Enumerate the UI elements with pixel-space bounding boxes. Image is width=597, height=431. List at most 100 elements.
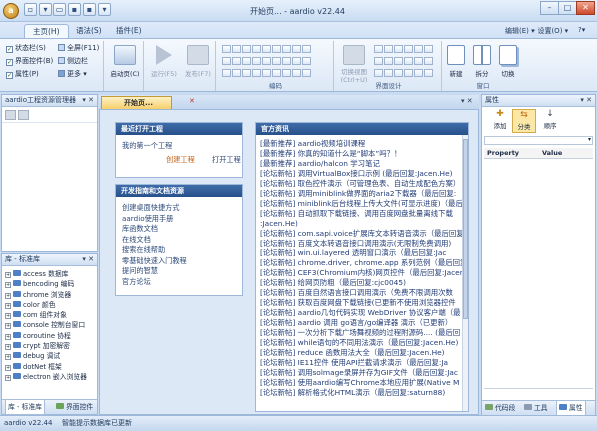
more-button[interactable]: 更多 ▾	[58, 69, 87, 79]
list-item[interactable]: + dotNet 框架	[5, 362, 97, 372]
list-item[interactable]: + com 组件对象	[5, 310, 97, 320]
align-tools-row-1[interactable]	[374, 45, 434, 55]
list-item[interactable]: + color 颜色	[5, 300, 97, 310]
news-item[interactable]: [最新推荐] aardio视频培训课程	[260, 139, 462, 149]
close-tab-icon[interactable]: ✕	[189, 97, 195, 105]
add-button[interactable]: ✚ 添加	[488, 109, 512, 130]
news-item[interactable]: [论坛新帖] chrome.driver, chrome.app 系列范例（最后…	[260, 258, 462, 268]
properties-toggle[interactable]: ✓ 属性(P)	[6, 69, 39, 79]
panel-pin-close-icon[interactable]: ▾ ✕	[82, 254, 94, 265]
open-project-link[interactable]: 打开工程	[212, 155, 241, 166]
news-item[interactable]: [论坛新帖] 获取百度网盘下载链接(已更新不使用浏览器控件	[260, 298, 462, 308]
news-item[interactable]: [论坛新帖] 百度文本转语音接口调用演示(无限制免费调用)	[260, 239, 462, 249]
guide-link[interactable]: 零基础快速入门教程	[122, 256, 187, 267]
tab-plugins[interactable]: 插件(E)	[108, 24, 150, 39]
save-icon[interactable]: ▪	[68, 3, 81, 16]
news-item[interactable]: [论坛新帖] 调用VirtualBox接口示例 (最后回复:Jacen.He)	[260, 169, 462, 179]
close-button[interactable]: ✕	[576, 1, 595, 15]
edit-tools-row-3[interactable]	[222, 69, 312, 79]
expand-icon[interactable]: +	[5, 282, 11, 289]
news-item[interactable]: [论坛新帖] aardio几句代码实现 WebDriver 协议客户端（最	[260, 308, 462, 318]
news-item[interactable]: [论坛新帖] 使用aardio编写Chrome本地应用扩展(Native M	[260, 378, 462, 388]
panel-pin-close-icon[interactable]: ▾ ✕	[82, 95, 94, 106]
expand-icon[interactable]: +	[5, 374, 11, 381]
settings-menu[interactable]: · 设置(O) ▾	[533, 26, 568, 36]
ui-controls-toggle[interactable]: ✓ 界面控件(B)	[6, 56, 53, 66]
expand-icon[interactable]: +	[5, 272, 11, 278]
list-item[interactable]: + console 控制台窗口	[5, 320, 97, 330]
list-item[interactable]: + electron 嵌入浏览器	[5, 372, 97, 382]
create-project-link[interactable]: 创建工程	[166, 155, 195, 166]
tab-ui-controls[interactable]: 界面控件	[54, 400, 95, 415]
fullscreen-button[interactable]: 全屏(F11)	[58, 43, 99, 53]
news-item[interactable]: [论坛新帖] miniblink后台线程上传大文件(可显示进度)（最后	[260, 199, 462, 209]
edit-tools-row-1[interactable]	[222, 45, 312, 55]
edit-menu[interactable]: 编辑(E) ▾	[505, 26, 535, 36]
statusbar-toggle[interactable]: ✓ 状态栏(S)	[6, 43, 46, 53]
project-tool-icon[interactable]	[18, 110, 29, 120]
panel-pin-close-icon[interactable]: ▾ ✕	[580, 95, 592, 106]
news-item[interactable]: [论坛新帖] 给网页防粗（最后回复:cjc0045)	[260, 278, 462, 288]
news-item[interactable]: [论坛新帖] win.ui.layered 透明窗口演示（最后回复:Jac	[260, 248, 462, 258]
list-item[interactable]: + debug 调试	[5, 351, 97, 361]
expand-icon[interactable]: +	[5, 292, 11, 299]
save-all-icon[interactable]: ▪	[83, 3, 96, 16]
tab-home[interactable]: 主页(H)	[24, 24, 69, 39]
tab-snippets[interactable]: 代码段	[485, 401, 515, 416]
guide-link[interactable]: aardio使用手册	[122, 214, 187, 225]
expand-icon[interactable]: +	[5, 323, 11, 330]
sidebar-button[interactable]: 侧边栏	[58, 56, 88, 66]
list-item[interactable]: + chrome 浏览器	[5, 290, 97, 300]
expand-icon[interactable]: +	[5, 354, 11, 361]
new-file-icon[interactable]: ▫	[24, 3, 37, 16]
category-button[interactable]: ⇆ 分类	[512, 109, 536, 133]
switch-window-button[interactable]: 切换	[496, 45, 520, 78]
list-item[interactable]: + crypt 加密解密	[5, 341, 97, 351]
tab-syntax[interactable]: 语法(S)	[68, 24, 110, 39]
edit-tools-row-2[interactable]	[222, 57, 312, 67]
news-item[interactable]: [论坛新帖] 自动抓取下载链接、调用百度网盘批量离线下载	[260, 209, 462, 219]
recent-project-link[interactable]: 我的第一个工程	[122, 141, 172, 152]
project-tool-icon[interactable]	[5, 110, 16, 120]
expand-icon[interactable]: +	[5, 333, 11, 340]
news-item[interactable]: [论坛新帖] 调用solmage录屏并存为GIF文件（最后回复:Jac	[260, 368, 462, 378]
news-item[interactable]: [论坛新帖] 一次分析下载广场舞视频的过程附源码.... (最后回	[260, 328, 462, 338]
news-scrollbar[interactable]	[462, 135, 468, 411]
tab-standard-library[interactable]: 库 - 标准库	[5, 400, 45, 415]
guide-link[interactable]: 创建桌面快捷方式	[122, 203, 187, 214]
news-item[interactable]: [论坛新帖] IE11控件 使用API拦截请求演示（最后回复:Ja	[260, 358, 462, 368]
maximize-button[interactable]: □	[558, 1, 577, 15]
guide-link[interactable]: 在线文档	[122, 235, 187, 246]
split-button[interactable]: 拆分	[470, 45, 494, 78]
news-item[interactable]: [论坛新帖] 取色控件演示（可管理色表、自动生成配色方案）	[260, 179, 462, 189]
dropdown-arrow-icon[interactable]: ▾	[39, 3, 52, 16]
minimize-button[interactable]: –	[540, 1, 559, 15]
expand-icon[interactable]: +	[5, 302, 11, 309]
run-button[interactable]: 运行(F5)	[148, 45, 180, 78]
publish-button[interactable]: 发布(F7)	[182, 45, 214, 78]
list-item[interactable]: + bencoding 编码	[5, 279, 97, 289]
guide-link[interactable]: 库函数文档	[122, 224, 187, 235]
tab-start-page[interactable]: 开始页...	[101, 96, 172, 109]
tab-tools[interactable]: 工具	[524, 401, 548, 416]
new-window-button[interactable]: 新建	[444, 45, 468, 78]
object-selector[interactable]: ▾	[484, 136, 593, 145]
list-item[interactable]: + access 数据库	[5, 269, 97, 279]
news-item[interactable]: [论坛新帖] 百度自然语言接口调用演示（免费不限调用次数	[260, 288, 462, 298]
news-item[interactable]: [最新推荐] aardio/halcon 学习笔记	[260, 159, 462, 169]
customize-quick-access-icon[interactable]: ▾	[98, 3, 111, 16]
news-item[interactable]: [论坛新帖] CEF3(Chromium内核)网页控件（最后回复:Jacen.H…	[260, 268, 462, 278]
app-logo-icon[interactable]: a	[3, 3, 19, 19]
tab-properties[interactable]: 属性	[556, 401, 586, 416]
expand-icon[interactable]: +	[5, 313, 11, 320]
news-item[interactable]: [论坛新帖] reduce 函数用法大全（最后回复:Jacen.He)	[260, 348, 462, 358]
news-item[interactable]: :Jacen.He)	[260, 219, 462, 229]
guide-link[interactable]: 提问的智慧	[122, 266, 187, 277]
align-tools-row-2[interactable]	[374, 57, 434, 67]
news-item[interactable]: [论坛新帖] 调用miniblink做界面的aria2下载器（最后回复:	[260, 189, 462, 199]
help-menu[interactable]: ?▾	[578, 26, 585, 34]
start-page-button[interactable]: 启动页(C)	[108, 45, 142, 78]
news-item[interactable]: [论坛新帖] com.sapi.voice扩展库文本转语音演示（最后回复	[260, 229, 462, 239]
align-tools-row-3[interactable]	[374, 69, 434, 79]
switch-view-button[interactable]: 切换视图 (Ctrl+U)	[338, 45, 370, 84]
